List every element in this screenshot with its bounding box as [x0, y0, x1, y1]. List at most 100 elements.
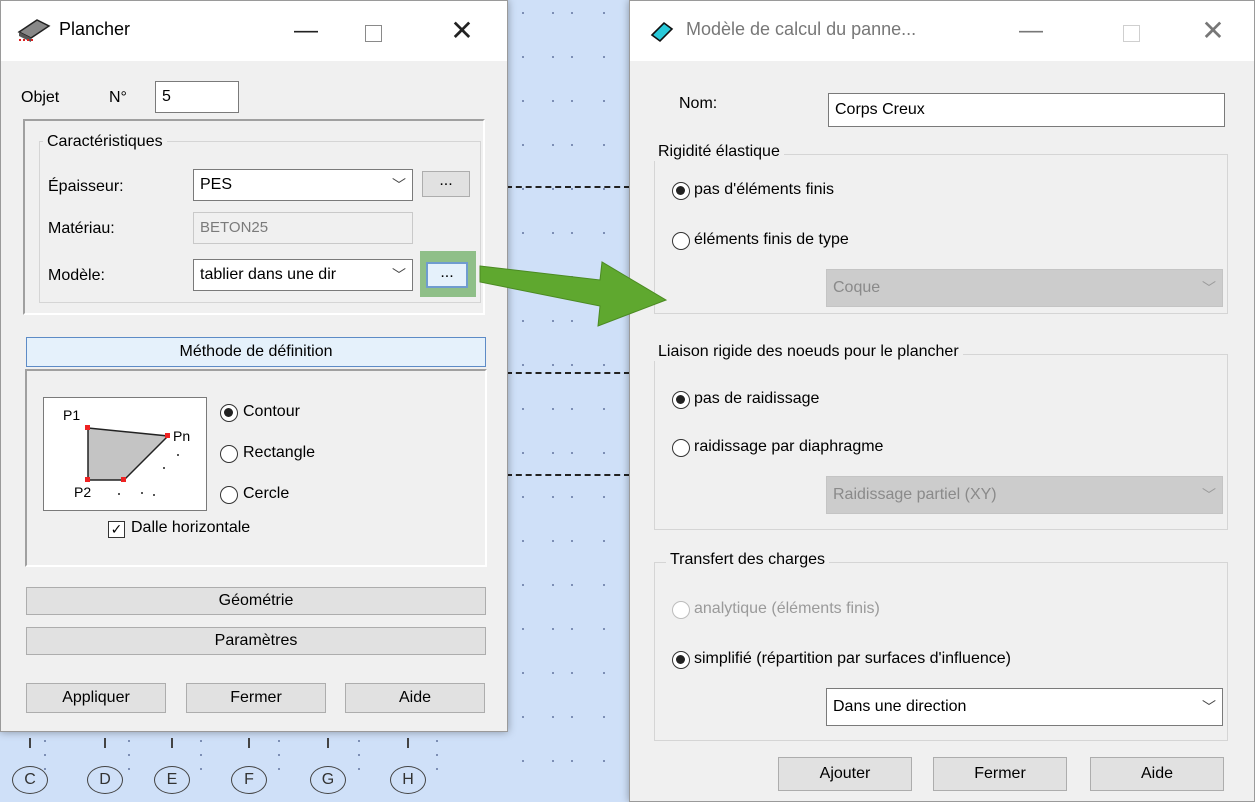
grid-dot — [552, 540, 554, 542]
grid-dot — [278, 768, 280, 770]
axis-bubble-d[interactable]: D — [87, 766, 123, 794]
grid-dot — [571, 188, 573, 190]
grid-dot — [571, 672, 573, 674]
grid-dot — [522, 56, 524, 58]
diaphragm-radio[interactable] — [672, 439, 690, 457]
rectangle-radio[interactable] — [220, 445, 238, 463]
grid-dot — [603, 408, 605, 410]
close-window-button[interactable]: ✕ — [439, 9, 485, 53]
grid-dot — [200, 754, 202, 756]
grid-dot — [552, 232, 554, 234]
simplified-label: simplifié (répartition par surfaces d'in… — [694, 650, 1011, 667]
grid-dot — [200, 740, 202, 742]
add-button[interactable]: Ajouter — [778, 757, 912, 791]
no-stiffening-radio[interactable] — [672, 391, 690, 409]
grid-dot — [603, 188, 605, 190]
grid-dot — [358, 754, 360, 756]
axis-bubble-e[interactable]: E — [154, 766, 190, 794]
grid-dot — [44, 754, 46, 756]
axis-tick — [327, 738, 329, 748]
element-type-select: Coque ﹀ — [826, 269, 1223, 307]
axis-line — [506, 372, 630, 374]
model-title: Modèle de calcul du panne... — [686, 19, 917, 39]
object-label: Objet — [21, 89, 60, 106]
grid-dot — [552, 364, 554, 366]
grid-dot — [358, 768, 360, 770]
grid-dot — [571, 716, 573, 718]
geometry-button[interactable]: Géométrie — [26, 587, 486, 615]
grid-dot — [522, 188, 524, 190]
no-finite-elements-radio[interactable] — [672, 182, 690, 200]
eraser-icon — [650, 21, 674, 43]
arrow-icon — [479, 261, 668, 327]
axis-bubble-g[interactable]: G — [310, 766, 346, 794]
model-title-bar[interactable]: Modèle de calcul du panne... — ✕ — [630, 1, 1254, 61]
model-browse-button[interactable]: ... — [426, 262, 468, 288]
grid-dot — [522, 628, 524, 630]
analytic-label: analytique (éléments finis) — [694, 600, 880, 617]
grid-dot — [603, 452, 605, 454]
contour-label: Contour — [243, 403, 300, 420]
parameters-button[interactable]: Paramètres — [26, 627, 486, 655]
minimize-button[interactable]: — — [283, 9, 329, 53]
grid-dot — [603, 628, 605, 630]
name-input[interactable]: Corps Creux — [828, 93, 1225, 127]
axis-bubble-f[interactable]: F — [231, 766, 267, 794]
plancher-title-bar[interactable]: Plancher — ✕ — [1, 1, 507, 61]
grid-dot — [571, 408, 573, 410]
thickness-select[interactable]: PES ﹀ — [193, 169, 413, 201]
grid-dot — [552, 496, 554, 498]
axis-tick — [104, 738, 106, 748]
grid-dot — [522, 232, 524, 234]
grid-dot — [552, 584, 554, 586]
model-select[interactable]: tablier dans une dir ﹀ — [193, 259, 413, 291]
help-button[interactable]: Aide — [1090, 757, 1224, 791]
minimize-button[interactable]: — — [1008, 9, 1054, 53]
close-button[interactable]: Fermer — [933, 757, 1067, 791]
grid-dot — [571, 452, 573, 454]
grid-dot — [603, 540, 605, 542]
grid-dot — [571, 364, 573, 366]
characteristics-title: Caractéristiques — [43, 133, 167, 151]
thickness-browse-button[interactable]: ... — [422, 171, 470, 197]
apply-button[interactable]: Appliquer — [26, 683, 166, 713]
axis-bubble-h[interactable]: H — [390, 766, 426, 794]
close-window-button[interactable]: ✕ — [1190, 9, 1236, 53]
finite-elements-radio[interactable] — [672, 232, 690, 250]
method-header-button[interactable]: Méthode de définition — [26, 337, 486, 367]
circle-label: Cercle — [243, 485, 290, 502]
transfer-title: Transfert des charges — [666, 551, 830, 569]
direction-value: Dans une direction — [833, 698, 967, 715]
grid-dot — [522, 144, 524, 146]
axis-bubble-c[interactable]: C — [12, 766, 48, 794]
grid-dot — [278, 754, 280, 756]
grid-dot — [571, 144, 573, 146]
circle-radio[interactable] — [220, 486, 238, 504]
help-button[interactable]: Aide — [345, 683, 485, 713]
grid-dot — [522, 540, 524, 542]
no-stiffening-label: pas de raidissage — [694, 390, 820, 407]
grid-dot — [552, 12, 554, 14]
grid-dot — [522, 364, 524, 366]
chevron-down-icon: ﹀ — [392, 177, 406, 193]
grid-dot — [552, 672, 554, 674]
model-label: Modèle: — [48, 267, 105, 284]
horizontal-slab-checkbox[interactable]: ✓ — [108, 521, 125, 538]
grid-dot — [552, 144, 554, 146]
link-title: Liaison rigide des noeuds pour le planch… — [654, 343, 963, 361]
object-number-input[interactable]: 5 — [155, 81, 239, 113]
grid-dot — [522, 760, 524, 762]
chevron-down-icon: ﹀ — [388, 260, 406, 290]
grid-dot — [603, 12, 605, 14]
grid-dot — [552, 716, 554, 718]
maximize-button[interactable] — [1108, 9, 1154, 53]
elastic-title: Rigidité élastique — [654, 143, 784, 161]
grid-dot — [358, 740, 360, 742]
grid-dot — [522, 12, 524, 14]
maximize-button[interactable] — [350, 9, 396, 53]
axis-tick — [171, 738, 173, 748]
direction-select[interactable]: Dans une direction ﹀ — [826, 688, 1223, 726]
contour-radio[interactable] — [220, 404, 238, 422]
simplified-radio[interactable] — [672, 651, 690, 669]
close-button[interactable]: Fermer — [186, 683, 326, 713]
